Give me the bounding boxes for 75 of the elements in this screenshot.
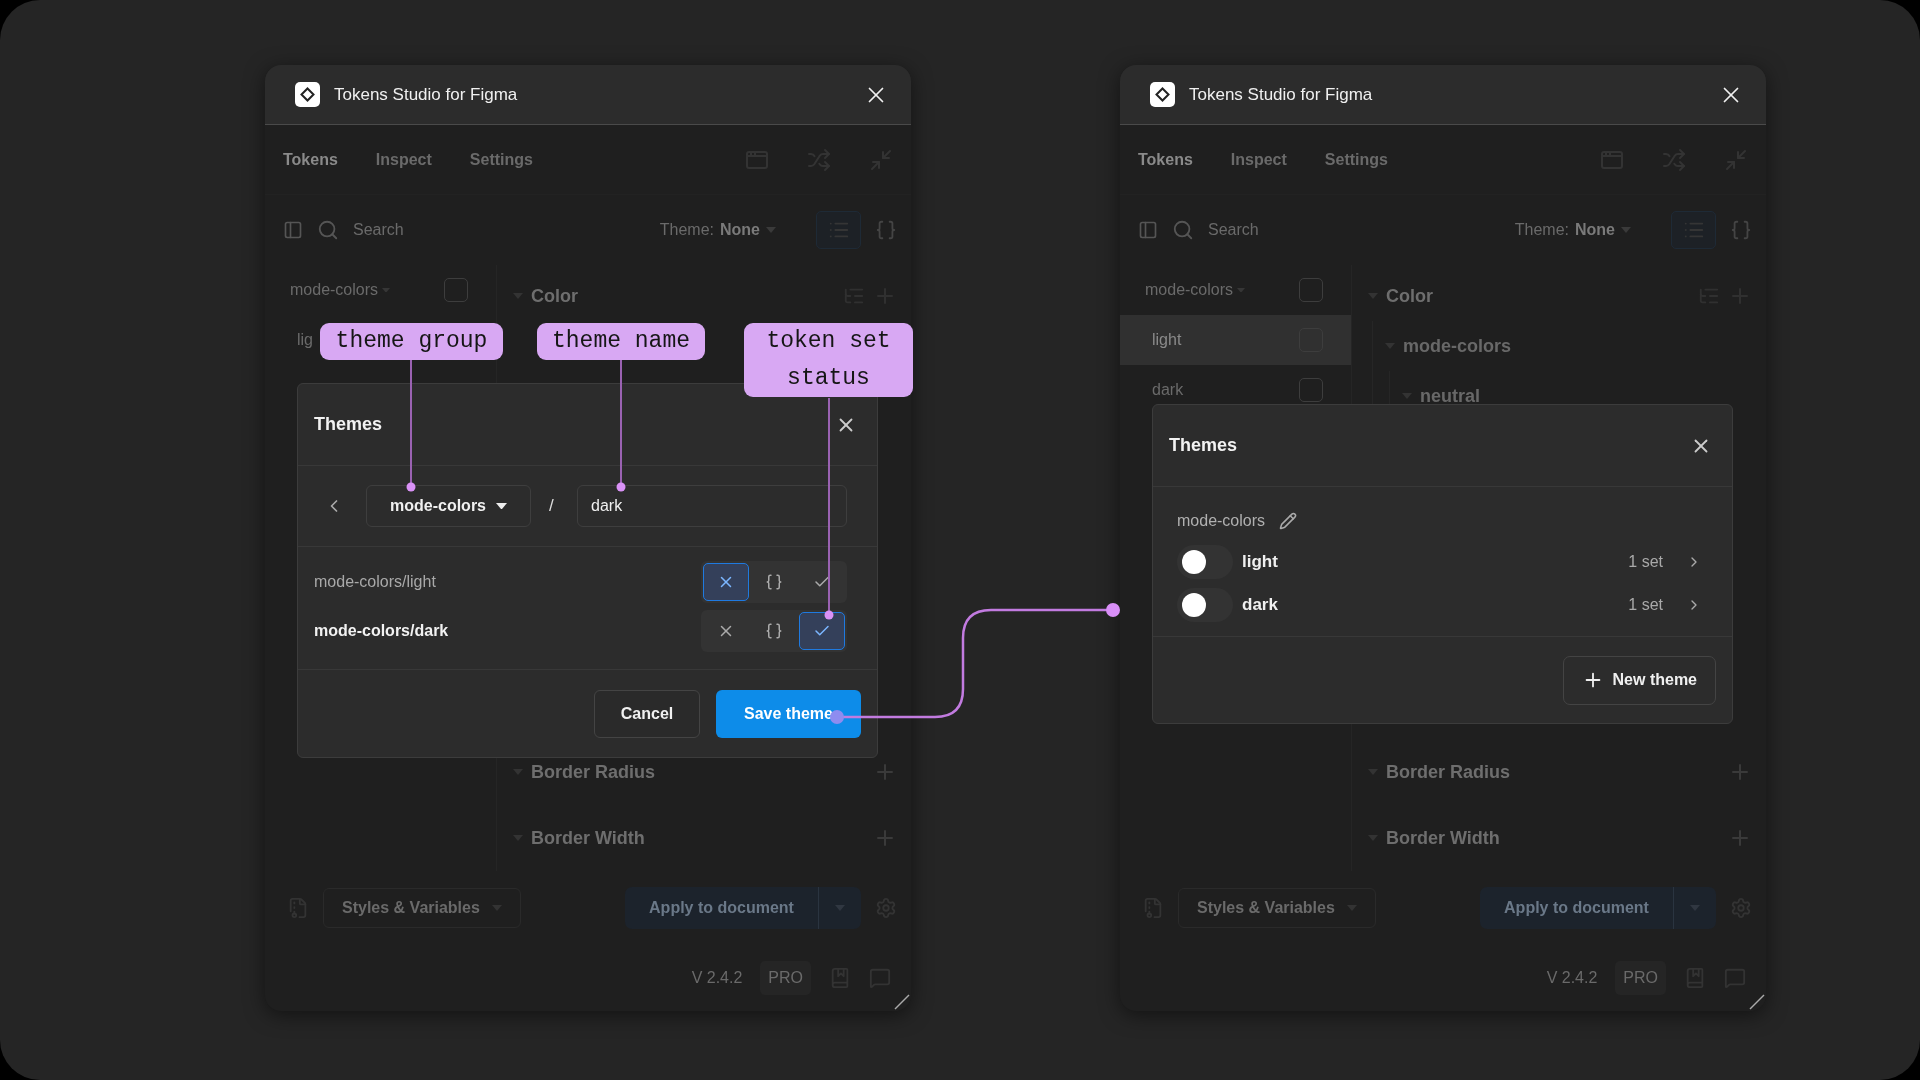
theme-name-field[interactable]: dark: [577, 485, 847, 527]
token-set-name: mode-colors/dark: [314, 622, 450, 640]
checkbox[interactable]: [1299, 278, 1323, 302]
new-theme-button[interactable]: New theme: [1562, 655, 1716, 705]
tab[interactable]: Inspect: [375, 150, 432, 169]
version-label: V 2.4.2: [691, 969, 743, 987]
token-group-title: Color: [1386, 285, 1434, 307]
theme-group-name: mode-colors: [1177, 512, 1266, 530]
theme-dropdown[interactable]: Theme: None: [653, 220, 782, 240]
theme-name: light: [1242, 551, 1279, 572]
caret-icon: [496, 502, 507, 510]
set-count: 1 set: [1628, 595, 1663, 614]
tab[interactable]: Inspect: [1230, 150, 1287, 169]
cancel-button[interactable]: Cancel: [594, 689, 700, 738]
list-view-button[interactable]: [816, 211, 861, 249]
search-field[interactable]: Search: [1208, 221, 1259, 239]
sidebar-item[interactable]: light: [1145, 331, 1182, 349]
search-icon: [317, 219, 339, 241]
theme-name: dark: [1242, 594, 1279, 615]
braces-icon[interactable]: [875, 219, 897, 241]
separator-slash: /: [549, 496, 554, 516]
annotation-tooltip: theme name: [537, 323, 705, 360]
caret-icon: [1621, 227, 1631, 233]
logo-icon: [1150, 82, 1175, 107]
caret-icon: [766, 227, 776, 233]
token-group-title: Color: [531, 285, 579, 307]
dialog-title: Themes: [1169, 435, 1239, 456]
sidebar-group-title[interactable]: mode-colors: [290, 281, 444, 299]
token-group-title: Border Radius: [1386, 761, 1512, 783]
list-view-button[interactable]: [1671, 211, 1716, 249]
theme-dropdown[interactable]: Theme: None: [1508, 220, 1637, 240]
token-group-title: neutral: [1420, 385, 1481, 407]
styles-dropdown[interactable]: Styles & Variables: [1178, 888, 1376, 928]
search-icon: [1172, 219, 1194, 241]
set-count: 1 set: [1628, 552, 1663, 571]
window-title: Tokens Studio for Figma: [1189, 84, 1374, 105]
token-group-title: Border Width: [1386, 827, 1501, 849]
braces-icon: [765, 573, 783, 591]
enable-button[interactable]: [799, 612, 845, 650]
plan-badge: PRO: [1615, 961, 1666, 995]
tab[interactable]: Tokens: [1138, 150, 1193, 169]
sidebar-toggle-icon[interactable]: [283, 220, 303, 240]
sidebar-item[interactable]: dark: [1145, 381, 1184, 399]
sidebar-item[interactable]: lig: [290, 331, 313, 349]
styles-dropdown[interactable]: Styles & Variables: [323, 888, 521, 928]
checkbox[interactable]: [444, 278, 468, 302]
sidebar-group-title[interactable]: mode-colors: [1145, 281, 1299, 299]
theme-toggle[interactable]: [1177, 587, 1233, 622]
tab[interactable]: Settings: [469, 150, 533, 169]
annotation-tooltip: token set status: [744, 323, 913, 397]
annotation-tooltip: theme group: [320, 323, 503, 360]
disable-button[interactable]: [703, 563, 749, 601]
save-theme-button[interactable]: Save theme: [716, 689, 861, 738]
sidebar-row[interactable]: light: [1120, 315, 1351, 365]
braces-icon: [765, 622, 783, 640]
braces-icon[interactable]: [1730, 219, 1752, 241]
token-group-title: Border Width: [531, 827, 646, 849]
pencil-icon[interactable]: [1279, 512, 1298, 530]
sidebar-row[interactable]: dark: [1120, 365, 1351, 415]
token-group-title: Border Radius: [531, 761, 657, 783]
tab[interactable]: Tokens: [283, 150, 338, 169]
plan-badge: PRO: [760, 961, 811, 995]
logo-icon: [295, 82, 320, 107]
theme-toggle[interactable]: [1177, 544, 1233, 579]
apply-button[interactable]: Apply to document: [625, 887, 819, 929]
token-set-name: mode-colors/light: [314, 573, 437, 591]
sidebar-toggle-icon[interactable]: [1138, 220, 1158, 240]
token-group-title: mode-colors: [1403, 335, 1513, 357]
search-field[interactable]: Search: [353, 221, 404, 239]
apply-button[interactable]: Apply to document: [1480, 887, 1674, 929]
tab[interactable]: Settings: [1324, 150, 1388, 169]
window-title: Tokens Studio for Figma: [334, 84, 519, 105]
dialog-title: Themes: [314, 414, 384, 435]
checkbox[interactable]: [1299, 378, 1323, 402]
version-label: V 2.4.2: [1546, 969, 1598, 987]
